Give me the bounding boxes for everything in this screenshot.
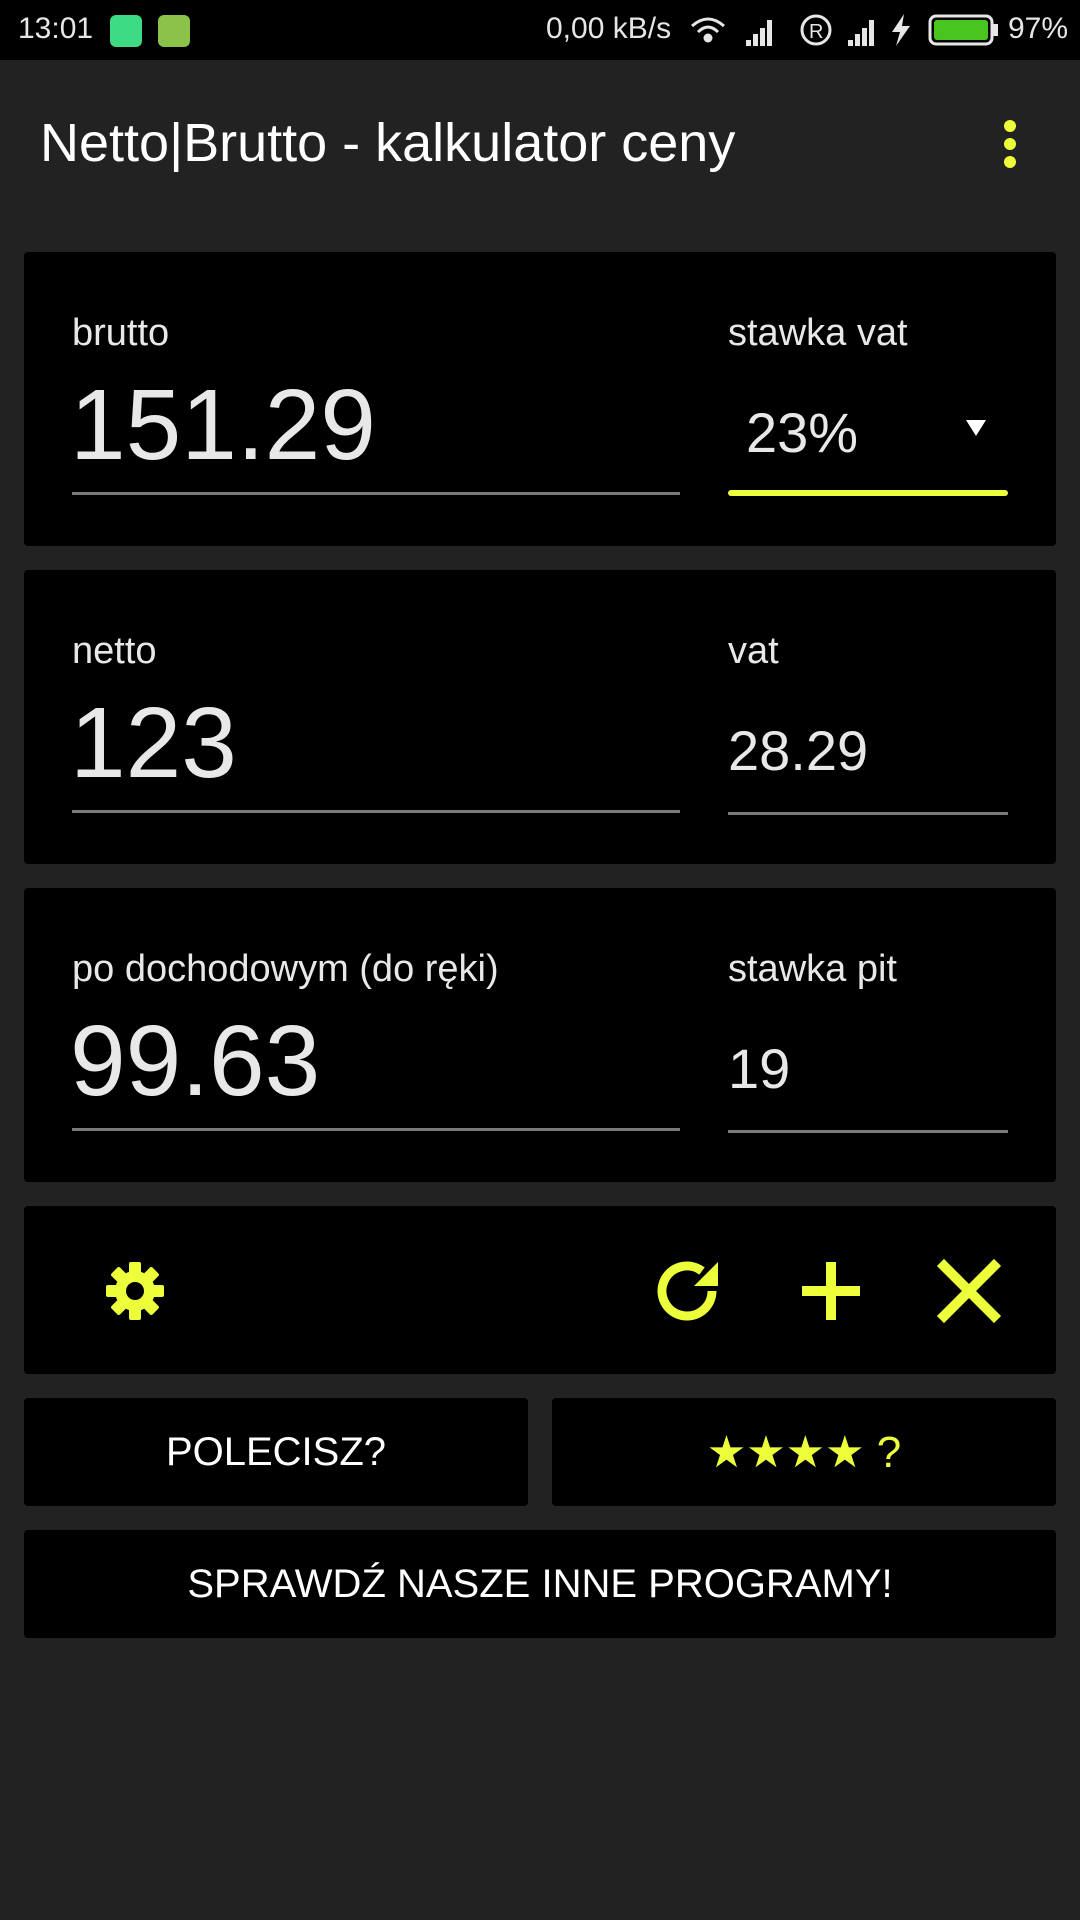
- other-programs-button[interactable]: SPRAWDŹ NASZE INNE PROGRAMY!: [24, 1530, 1056, 1638]
- svg-text:R: R: [809, 21, 823, 43]
- battery-percent: 97%: [1008, 12, 1069, 45]
- app-bar: Netto|Brutto - kalkulator ceny: [0, 60, 1080, 220]
- vat-label: vat: [728, 630, 779, 672]
- net-input[interactable]: 123: [70, 686, 237, 801]
- battery-app-icon: [158, 15, 190, 47]
- income-input[interactable]: 99.63: [70, 1004, 320, 1119]
- status-icons: R: [691, 14, 998, 46]
- gear-icon[interactable]: [100, 1256, 170, 1326]
- app-title: Netto|Brutto - kalkulator ceny: [40, 113, 736, 173]
- income-input-underline: [72, 1128, 680, 1131]
- charging-icon: [892, 14, 910, 46]
- pit-rate-underline: [728, 1130, 1008, 1133]
- gross-label: brutto: [72, 312, 170, 354]
- overflow-menu-icon[interactable]: [990, 118, 1030, 178]
- plus-icon[interactable]: [796, 1256, 866, 1326]
- status-time: 13:01: [18, 12, 94, 45]
- gross-input[interactable]: 151.29: [70, 368, 376, 483]
- roaming-icon: R: [800, 14, 832, 46]
- signal-icon: [746, 20, 772, 46]
- wifi-icon: [691, 17, 725, 43]
- vat-rate-select[interactable]: 23%: [746, 400, 858, 465]
- income-label: po dochodowym (do ręki): [72, 948, 499, 990]
- income-card: po dochodowym (do ręki) 99.63 stawka pit…: [24, 888, 1056, 1182]
- close-icon[interactable]: [934, 1256, 1004, 1326]
- vat-input[interactable]: 28.29: [728, 718, 868, 783]
- dropdown-arrow-icon[interactable]: [966, 420, 986, 436]
- android-app-icon: [110, 15, 142, 47]
- vat-rate-underline: [728, 490, 1008, 496]
- vat-input-underline: [728, 812, 1008, 815]
- net-input-underline: [72, 810, 680, 813]
- net-label: netto: [72, 630, 157, 672]
- net-card: netto 123 vat 28.29: [24, 570, 1056, 864]
- gross-card: brutto 151.29 stawka vat 23%: [24, 252, 1056, 546]
- signal-icon-2: [848, 20, 874, 46]
- gross-input-underline: [72, 492, 680, 495]
- recommend-button[interactable]: POLECISZ?: [24, 1398, 528, 1506]
- action-toolbar: [24, 1206, 1056, 1374]
- vat-rate-label: stawka vat: [728, 312, 908, 354]
- pit-rate-label: stawka pit: [728, 948, 897, 990]
- battery-icon: [928, 14, 998, 46]
- rate-app-button[interactable]: ★★★★ ?: [552, 1398, 1056, 1506]
- refresh-icon[interactable]: [652, 1256, 722, 1326]
- pit-rate-input[interactable]: 19: [728, 1036, 790, 1101]
- status-bar: 13:01 0,00 kB/s R 97%: [0, 0, 1080, 60]
- network-speed: 0,00 kB/s: [546, 12, 672, 45]
